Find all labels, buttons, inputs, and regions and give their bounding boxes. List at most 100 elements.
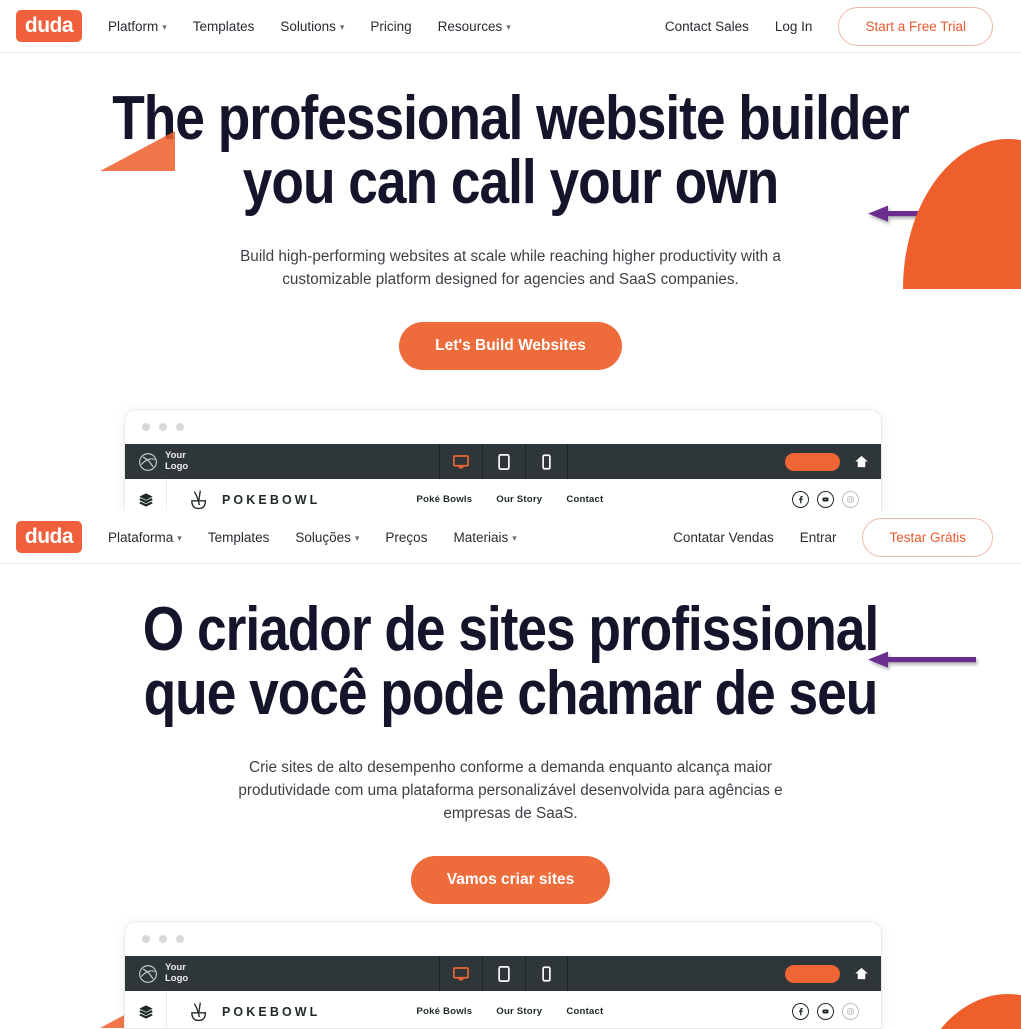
nav-item-templates-pt-label: Templates [207,529,270,545]
instagram-icon[interactable] [842,491,859,508]
facebook-icon[interactable] [792,491,809,508]
nav-item-plataforma[interactable]: Plataforma ▾ [108,530,182,545]
youtube-icon[interactable] [817,491,834,508]
hero-title-portuguese: O criador de sites profissional que você… [71,564,949,726]
pokebowl-brand: POKEBOWL [189,489,320,511]
site-nav-contact[interactable]: Contact [566,1006,603,1017]
navbar-portuguese: duda Plataforma ▾ Templates Soluções ▾ P… [0,511,1021,564]
facebook-icon[interactable] [792,1003,809,1020]
duda-logo-text: duda [24,13,74,37]
device-preview-switcher [439,444,568,479]
mockup-window-dots [125,410,881,444]
pokebowl-brand-name: POKEBOWL [222,1004,321,1019]
home-icon[interactable] [854,454,869,469]
nav-item-precos[interactable]: Preços [385,530,427,545]
nav-item-pricing-label: Pricing [370,18,412,34]
lets-build-websites-button[interactable]: Let's Build Websites [399,322,622,371]
mobile-view-button[interactable] [525,956,568,991]
duda-logo-portuguese[interactable]: duda [16,521,82,553]
start-free-trial-button[interactable]: Start a Free Trial [838,6,993,46]
nav-item-templates-pt[interactable]: Templates [208,530,270,545]
hero-subtitle-portuguese: Crie sites de alto desempenho conforme a… [238,758,783,823]
nav-item-templates-label: Templates [192,18,255,34]
chevron-down-icon: ▾ [339,21,345,32]
nav-right-portuguese: Contatar Vendas Entrar Testar Grátis [673,517,993,557]
your-logo-line-2: Logo [165,972,189,984]
nav-item-platform[interactable]: Platform ▾ [108,19,167,34]
duda-landing-page-screenshot: duda Platform ▾ Templates Solutions ▾ Pr… [0,0,1021,1029]
pokebowl-social-links [792,491,859,508]
pokebowl-brand-name: POKEBOWL [222,492,321,507]
browser-mockup-english: Your Logo POKEBOWL Poké Bowls Our Story … [124,409,882,519]
hero-subtitle-english: Build high-performing websites at scale … [240,247,781,288]
nav-item-templates[interactable]: Templates [193,19,255,34]
log-in-link[interactable]: Log In [775,19,813,34]
editor-publish-button[interactable] [785,452,840,471]
site-nav-poke-bowls[interactable]: Poké Bowls [416,1006,472,1017]
chevron-down-icon: ▾ [506,21,511,32]
site-preview-header-pt: POKEBOWL Poké Bowls Our Story Contact [125,991,881,1028]
your-logo-line-2: Logo [165,460,189,472]
nav-item-precos-label: Preços [385,529,428,545]
nav-item-platform-label: Platform [108,18,159,34]
pokebowl-social-links-pt [792,1003,859,1020]
decorative-orange-blob-right-pt [903,994,1021,1029]
editor-layers-rail-pt[interactable] [125,991,167,1028]
nav-links-portuguese: Plataforma ▾ Templates Soluções ▾ Preços… [108,530,517,545]
nav-item-resources[interactable]: Resources ▾ [438,19,511,34]
desktop-view-button[interactable] [439,956,482,991]
pokebowl-logo-icon [191,1002,207,1021]
entrar-link[interactable]: Entrar [800,530,837,545]
site-nav-poke-bowls[interactable]: Poké Bowls [416,494,472,505]
tablet-view-button[interactable] [482,444,525,479]
site-nav-our-story[interactable]: Our Story [496,494,542,505]
nav-item-solutions[interactable]: Solutions ▾ [280,19,344,34]
mobile-view-button[interactable] [525,444,568,479]
editor-publish-button[interactable] [785,964,840,983]
duda-logo-text-pt: duda [24,524,74,548]
editor-toolbar-pt: Your Logo [125,956,881,991]
youtube-icon[interactable] [817,1003,834,1020]
window-dot-yellow [159,935,167,943]
site-nav-contact[interactable]: Contact [566,494,603,505]
nav-item-solucoes-label: Soluções [295,529,351,545]
navbar-english: duda Platform ▾ Templates Solutions ▾ Pr… [0,0,1021,53]
hero-title-english: The professional website builder you can… [71,53,949,215]
nav-item-materiais[interactable]: Materiais ▾ [453,530,516,545]
mobile-icon [542,453,551,470]
mockup-window-dots-pt [125,922,881,956]
chevron-down-icon: ▾ [512,532,517,543]
home-icon[interactable] [854,966,869,981]
mobile-icon [542,965,551,982]
duda-logo-english[interactable]: duda [16,10,82,42]
vamos-criar-sites-button[interactable]: Vamos criar sites [410,856,611,905]
chevron-down-icon: ▾ [162,21,167,32]
your-logo-line-1: Your [165,449,186,461]
contact-sales-link[interactable]: Contact Sales [665,19,749,34]
window-dot-red [142,423,150,431]
desktop-view-button[interactable] [439,444,482,479]
pokebowl-logo-icon [191,490,207,509]
editor-toolbar-right-pt [568,956,881,991]
tablet-icon [498,453,510,470]
editor-toolbar: Your Logo [125,444,881,479]
window-dot-red [142,935,150,943]
tablet-view-button[interactable] [482,956,525,991]
nav-item-pricing[interactable]: Pricing [370,19,411,34]
nav-item-solucoes[interactable]: Soluções ▾ [295,530,359,545]
your-logo-mark-icon [139,452,157,471]
browser-mockup-portuguese: Your Logo POKEBOWL Poké Bowls Our Story … [124,921,882,1029]
device-preview-switcher-pt [439,956,568,991]
window-dot-yellow [159,423,167,431]
pokebowl-site-nav: Poké Bowls Our Story Contact [416,494,603,505]
window-dot-green [176,935,184,943]
instagram-icon[interactable] [842,1003,859,1020]
site-nav-our-story[interactable]: Our Story [496,1006,542,1017]
editor-your-logo-pt[interactable]: Your Logo [125,956,439,991]
hero-title-line-2: you can call your own [242,147,779,217]
contatar-vendas-link[interactable]: Contatar Vendas [673,530,774,545]
pokebowl-brand-pt: POKEBOWL [189,1001,320,1023]
editor-your-logo[interactable]: Your Logo [125,444,439,479]
nav-item-resources-label: Resources [437,18,503,34]
testar-gratis-button[interactable]: Testar Grátis [862,517,993,557]
